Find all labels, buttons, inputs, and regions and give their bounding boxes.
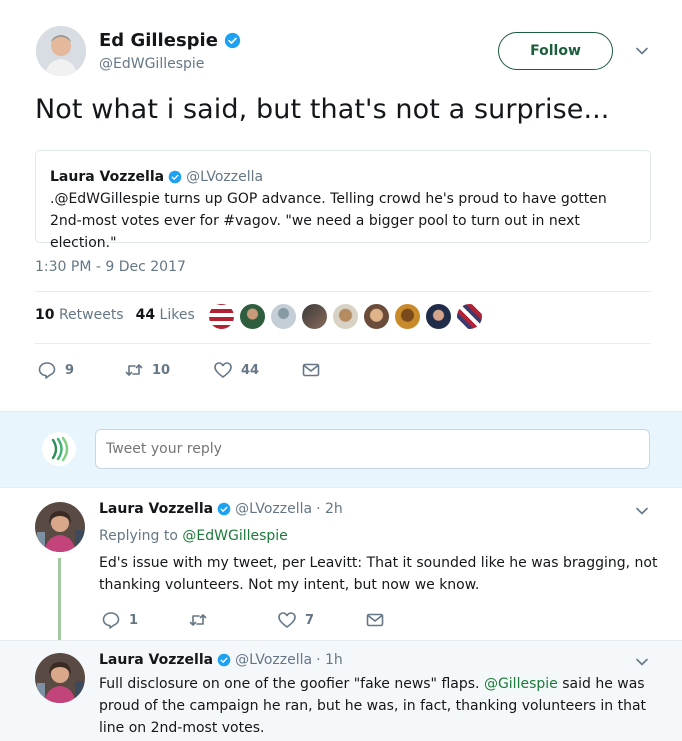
verified-badge-icon [217, 653, 231, 667]
liker-avatar[interactable] [332, 303, 359, 330]
like-count: 44 [241, 362, 260, 378]
likes-stat-count: 44 [135, 307, 156, 323]
reply-header: Laura Vozzella @LVozzella · 2h [99, 501, 343, 517]
reply-icon [38, 362, 56, 379]
liker-avatar[interactable] [239, 303, 266, 330]
tweet-stats: 10 Retweets 44 Likes [35, 307, 195, 323]
mail-icon [366, 613, 384, 627]
direct-message-action[interactable] [301, 360, 321, 380]
liker-avatar[interactable] [301, 303, 328, 330]
quoted-tweet-header: Laura Vozzella @LVozzella [50, 169, 263, 185]
likes-stat[interactable]: 44 Likes [136, 307, 195, 323]
reply-text-segment: Full disclosure on one of the goofier "f… [99, 676, 480, 692]
liker-avatar[interactable] [394, 303, 421, 330]
heart-icon [214, 362, 232, 378]
chevron-down-icon[interactable] [634, 503, 650, 519]
author-handle[interactable]: @EdWGillespie [99, 56, 204, 72]
tweet-timestamp[interactable]: 1:30 PM - 9 Dec 2017 [35, 259, 186, 275]
chevron-down-icon[interactable] [634, 654, 650, 670]
tweet-text: Not what i said, but that's not a surpri… [35, 94, 610, 125]
reply-time[interactable]: · 2h [316, 501, 343, 517]
author-name[interactable]: Ed Gillespie [99, 30, 241, 51]
replying-to-link[interactable]: @EdWGillespie [182, 528, 287, 544]
reply-author-handle[interactable]: @LVozzella [235, 501, 312, 517]
retweets-stat-label: Retweets [58, 307, 124, 323]
quoted-tweet-text: .@EdWGillespie turns up GOP advance. Tel… [50, 191, 607, 251]
retweets-stat[interactable]: 10 Retweets [35, 307, 124, 323]
reply-input[interactable] [95, 429, 650, 469]
replying-to: Replying to @EdWGillespie [99, 525, 288, 547]
reply-author-avatar[interactable] [35, 653, 85, 703]
retweet-icon [125, 364, 143, 376]
likers-avatars [208, 303, 483, 330]
direct-message-action[interactable] [365, 610, 385, 630]
reply-count: 9 [65, 362, 75, 378]
reply-text-line: line on 2nd-most votes. [99, 720, 265, 736]
reply-author-handle[interactable]: @LVozzella [235, 652, 312, 668]
reply-text-line: proud of the campaign he ran, but he was… [99, 698, 647, 714]
liker-avatar[interactable] [208, 303, 235, 330]
retweet-count: 10 [152, 362, 171, 378]
reply-action[interactable]: 9 [37, 360, 74, 380]
retweets-stat-count: 10 [35, 307, 55, 323]
chevron-down-icon[interactable] [634, 43, 650, 59]
reply-count: 1 [129, 612, 139, 628]
follow-button[interactable]: Follow [498, 32, 613, 70]
retweet-icon [189, 614, 207, 626]
reply-author-avatar[interactable] [35, 502, 85, 552]
mention-link[interactable]: @Gillespie [484, 676, 558, 692]
quoted-tweet[interactable]: Laura Vozzella @LVozzella .@EdWGillespie… [35, 150, 651, 251]
reply-text-segment: said he was [562, 676, 645, 692]
reply-author-name[interactable]: Laura Vozzella [99, 652, 213, 668]
like-action[interactable]: 7 [277, 610, 314, 630]
liker-avatar[interactable] [425, 303, 452, 330]
retweet-action[interactable]: 10 [124, 360, 170, 380]
liker-avatar[interactable] [270, 303, 297, 330]
reply-text: Ed's issue with my tweet, per Leavitt: T… [99, 552, 657, 596]
like-action[interactable]: 44 [213, 360, 259, 380]
quoted-author-handle: @LVozzella [186, 169, 264, 185]
thread-line [58, 558, 61, 646]
replying-to-label: Replying to [99, 528, 178, 544]
verified-badge-icon [168, 170, 182, 184]
reply-text-line: thanking volunteers. Not my intent, but … [99, 577, 480, 593]
retweet-action[interactable] [188, 610, 208, 630]
reply-action[interactable]: 1 [101, 610, 138, 630]
reply-time[interactable]: · 1h [316, 652, 343, 668]
author-avatar[interactable] [36, 26, 86, 76]
mail-icon [302, 363, 320, 377]
heart-icon [278, 612, 296, 628]
liker-avatar[interactable] [456, 303, 483, 330]
verified-badge-icon [224, 32, 241, 49]
verified-badge-icon [217, 502, 231, 516]
reply-author-name[interactable]: Laura Vozzella [99, 501, 213, 517]
reply-header: Laura Vozzella @LVozzella · 1h [99, 652, 343, 668]
divider [35, 291, 651, 292]
reply-text-line: Ed's issue with my tweet, per Leavitt: T… [99, 555, 658, 571]
likes-stat-label: Likes [159, 307, 195, 323]
reply-text: Full disclosure on one of the goofier "f… [99, 673, 646, 739]
author-name-text[interactable]: Ed Gillespie [99, 30, 218, 51]
site-logo-icon [42, 432, 76, 466]
like-count: 7 [305, 612, 315, 628]
reply-icon [102, 612, 120, 629]
liker-avatar[interactable] [363, 303, 390, 330]
reply-text-line: Full disclosure on one of the goofier "f… [99, 673, 646, 695]
quoted-author-name: Laura Vozzella [50, 169, 165, 185]
divider [35, 343, 651, 344]
